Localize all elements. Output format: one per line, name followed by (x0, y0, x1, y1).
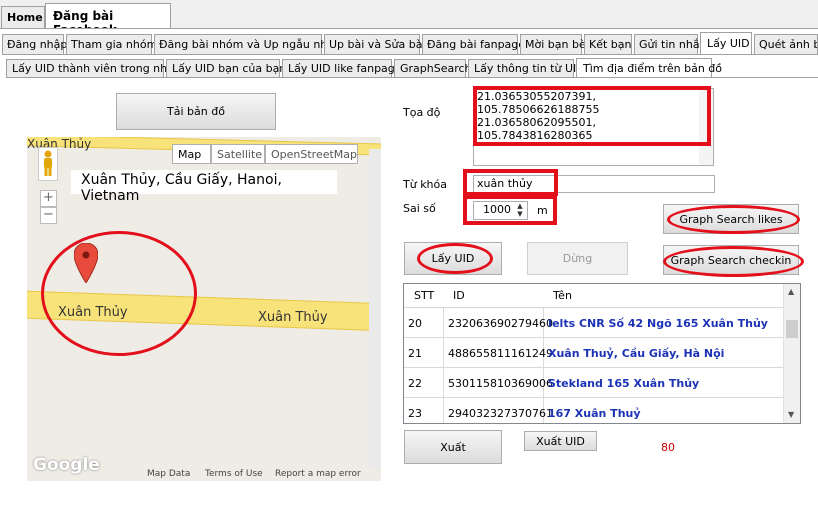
result-count: 80 (661, 441, 675, 454)
table-row[interactable]: 23 294032327370761 167 Xuân Thuỷ (404, 398, 784, 423)
annotation-rect-tolerance (463, 195, 557, 225)
scroll-thumb[interactable] (786, 320, 798, 338)
place-info-label: Xuân Thủy, Cầu Giấy, Hanoi, Vietnam (71, 170, 337, 204)
map-data-link[interactable]: Map Data (147, 469, 190, 479)
tab-home[interactable]: Home (1, 6, 45, 28)
tab-post-facebook[interactable]: Đăng bài Facebook (45, 3, 171, 37)
tab-add-friend[interactable]: Kết bạn (584, 34, 632, 54)
tab-get-uid[interactable]: Lấy UID (700, 32, 752, 55)
street-view-pegman-icon[interactable] (38, 147, 58, 181)
cell-stt: 21 (404, 338, 444, 368)
scroll-up-icon[interactable]: ▲ (788, 287, 794, 296)
tab-group-post[interactable]: Đăng bài nhóm và Up ngẫu nhiên (154, 34, 344, 54)
map-road-label-top: Xuân Thủy (27, 137, 92, 151)
col-header-name: Tên (553, 289, 572, 302)
tolerance-label: Sai số (403, 202, 436, 215)
tab-fanpage-post[interactable]: Đăng bài fanpage (422, 34, 525, 54)
tab-uid-info[interactable]: Lấy thông tin từ UID (468, 59, 585, 78)
cell-name: Ielts CNR Số 42 Ngõ 165 Xuân Thủy (548, 316, 768, 330)
cell-name: Stekland 165 Xuân Thủy (548, 376, 700, 390)
annotation-rect-coords (473, 86, 711, 146)
tab-uid-friends-of-friend[interactable]: Lấy UID bạn của bạn (166, 59, 286, 78)
report-map-error-link[interactable]: Report a map error (275, 469, 361, 479)
annotation-rect-keyword (463, 169, 558, 196)
google-logo: Google (33, 455, 100, 475)
scroll-down-icon[interactable]: ▼ (788, 410, 794, 419)
map-type-map-button[interactable]: Map (172, 144, 211, 164)
load-map-button[interactable]: Tải bản đồ (116, 93, 276, 130)
annotation-ellipse-get-uid (417, 243, 493, 274)
cell-stt: 22 (404, 368, 444, 398)
tab-join-group[interactable]: Tham gia nhóm (66, 34, 157, 54)
cell-name: Xuân Thuỷ, Cầu Giấy, Hà Nội (548, 346, 725, 360)
cell-stt: 23 (404, 398, 444, 423)
stop-button[interactable]: Dừng (527, 242, 628, 275)
tab-login[interactable]: Đăng nhập (2, 34, 67, 54)
table-row[interactable]: 20 232063690279460 Ielts CNR Số 42 Ngõ 1… (404, 308, 784, 338)
results-table[interactable]: STT ID Tên 20 232063690279460 Ielts CNR … (403, 283, 801, 424)
zoom-out-button[interactable]: − (40, 207, 57, 224)
table-row[interactable]: 22 530115810369006 Stekland 165 Xuân Thủ… (404, 368, 784, 398)
cell-id: 488655811161249 (444, 338, 553, 368)
annotation-circle-map (41, 231, 197, 356)
cell-id: 294032327370761 (444, 398, 553, 423)
export-button[interactable]: Xuất (404, 430, 502, 464)
cell-name: 167 Xuân Thuỷ (548, 406, 641, 420)
terms-of-use-link[interactable]: Terms of Use (205, 469, 263, 479)
table-header: STT ID Tên (404, 284, 784, 308)
coords-label: Tọa độ (403, 106, 441, 119)
function-tab-strip: Đăng nhập Tham gia nhóm Đăng bài nhóm và… (2, 32, 818, 55)
tab-invite-friends[interactable]: Mời bạn bè (520, 34, 586, 54)
tab-uid-group-members[interactable]: Lấy UID thành viên trong nhóm (6, 59, 185, 78)
col-header-stt: STT (414, 289, 435, 302)
col-header-id: ID (453, 289, 465, 302)
annotation-ellipse-graph-likes (667, 205, 800, 234)
tab-scan-photos[interactable]: Quét ảnh bạn (754, 34, 818, 54)
map-type-satellite-button[interactable]: Satellite (211, 144, 265, 164)
tab-send-message[interactable]: Gửi tin nhắn (634, 34, 707, 54)
map-scrollbar[interactable] (369, 149, 381, 469)
tab-uid-fanpage-likes[interactable]: Lấy UID like fanpage (282, 59, 402, 78)
table-row[interactable]: 21 488655811161249 Xuân Thuỷ, Cầu Giấy, … (404, 338, 784, 368)
tab-graphsearch[interactable]: GraphSearch (394, 59, 472, 78)
export-uid-button[interactable]: Xuất UID (524, 431, 597, 451)
tab-edit-post[interactable]: Up bài và Sửa bài (324, 34, 426, 54)
uid-tab-strip: Lấy UID thành viên trong nhóm Lấy UID bạ… (6, 58, 818, 79)
cell-id: 530115810369006 (444, 368, 553, 398)
cell-stt: 20 (404, 308, 444, 338)
tab-find-place-map[interactable]: Tìm địa điểm trên bản đồ (576, 58, 722, 79)
keyword-label: Từ khóa (403, 178, 447, 191)
table-scrollbar[interactable]: ▲ ▼ (783, 284, 800, 423)
map-type-osm-button[interactable]: OpenStreetMap (265, 144, 358, 164)
annotation-ellipse-graph-checkin (663, 246, 804, 277)
cell-id: 232063690279460 (444, 308, 553, 338)
map-road-label-right: Xuân Thủy (258, 310, 328, 325)
zoom-in-button[interactable]: + (40, 190, 57, 207)
